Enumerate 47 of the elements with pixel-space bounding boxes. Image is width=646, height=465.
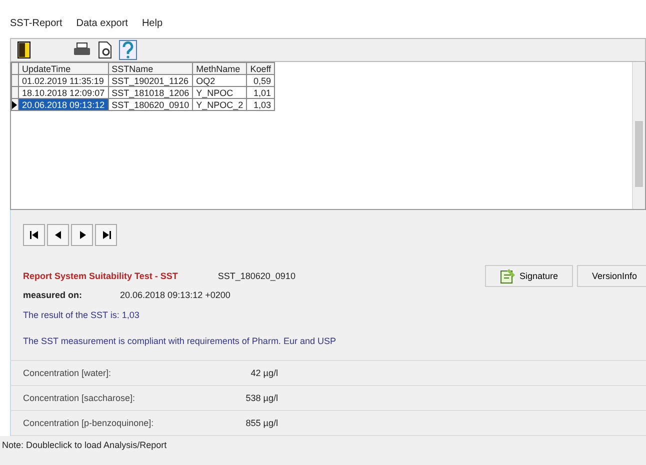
first-icon [30, 231, 38, 239]
column-header[interactable]: Koeff [246, 62, 275, 74]
report-title: Report System Suitability Test - SST [23, 271, 178, 281]
help-icon[interactable] [119, 40, 137, 60]
menu-item[interactable]: Help [142, 18, 163, 38]
result-text: The result of the SST is: 1,03 [23, 310, 140, 320]
table-cell: 01.02.2019 11:35:19 [18, 74, 108, 86]
column-header[interactable]: MethName [192, 62, 247, 74]
concentration-label: Concentration [saccharose]: [23, 393, 136, 403]
sst-name: SST_180620_0910 [218, 271, 296, 281]
exit-door-icon[interactable] [17, 41, 31, 59]
scrollbar[interactable] [632, 62, 645, 209]
table-cell: Y_NPOC_2 [192, 98, 247, 110]
last-icon [102, 231, 110, 239]
measured-value: 20.06.2018 09:13:12 +0200 [120, 290, 230, 300]
table-cell: Y_NPOC [192, 86, 247, 98]
menu-item[interactable]: SST-Report [10, 18, 62, 38]
status-note: Note: Doubleclick to load Analysis/Report [0, 436, 646, 465]
concentration-value: 42 µg/l [250, 368, 278, 378]
table-cell: 1,03 [246, 98, 275, 110]
table-cell: 20.06.2018 09:13:12 [18, 98, 108, 110]
document-pen-icon [500, 268, 516, 284]
table-cell: OQ2 [192, 74, 247, 86]
last-record-button[interactable] [95, 224, 117, 246]
previous-icon [54, 231, 62, 239]
column-header[interactable]: UpdateTime [18, 62, 108, 74]
first-record-button[interactable] [23, 224, 45, 246]
concentration-value: 855 µg/l [244, 418, 278, 428]
table-cell: 0,59 [246, 74, 275, 86]
concentration-value: 538 µg/l [244, 393, 278, 403]
column-header[interactable]: SSTName [108, 62, 193, 74]
table-cell: SST_180620_0910 [108, 98, 193, 110]
signature-button[interactable]: Signature [485, 265, 573, 287]
printer-icon[interactable] [73, 42, 91, 58]
compliance-text: The SST measurement is compliant with requirements of Pharm. Eur and USP [23, 336, 337, 346]
print-preview-icon[interactable] [97, 41, 113, 59]
measured-label: measured on: [23, 290, 82, 300]
table-cell: SST_190201_1126 [108, 74, 193, 86]
table-cell: 1,01 [246, 86, 275, 98]
concentration-label: Concentration [water]: [23, 368, 112, 378]
next-record-button[interactable] [71, 224, 93, 246]
version-info-button[interactable]: VersionInfo [576, 265, 646, 287]
menu-item[interactable]: Data export [76, 18, 128, 38]
previous-record-button[interactable] [47, 224, 69, 246]
concentration-label: Concentration [p-benzoquinone]: [23, 418, 155, 428]
table-cell: SST_181018_1206 [108, 86, 193, 98]
next-icon [78, 231, 86, 239]
